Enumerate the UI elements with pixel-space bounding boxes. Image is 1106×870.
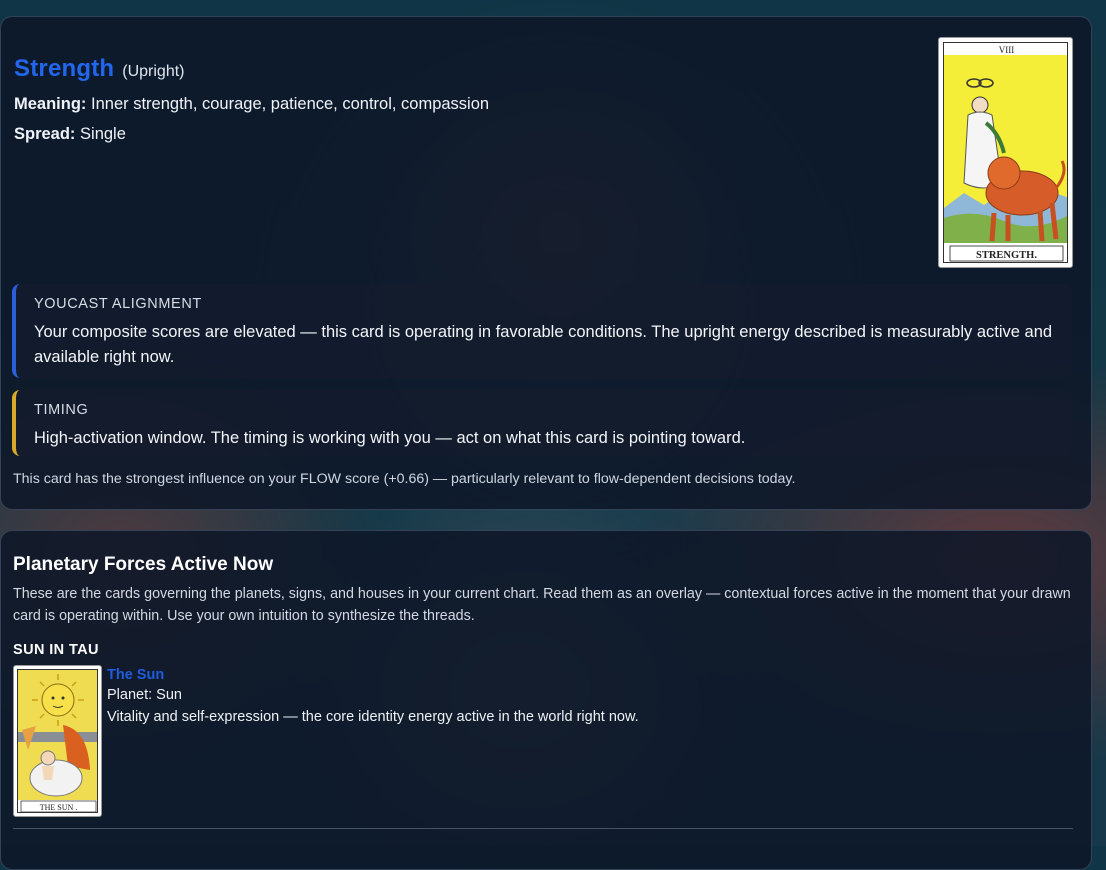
sun-illustration: THE SUN . [18, 670, 97, 812]
meaning-row: Meaning: Inner strength, courage, patien… [14, 95, 489, 114]
sun-card-image: THE SUN . [13, 665, 102, 817]
card-orientation: (Upright) [122, 63, 185, 80]
card-title: Strength [14, 55, 115, 82]
strength-numeral: VIII [999, 45, 1015, 55]
force-card-name-link[interactable]: The Sun [107, 667, 164, 683]
planetary-forces-title: Planetary Forces Active Now [13, 554, 274, 575]
strength-illustration: VIII STRENGTH. [944, 43, 1067, 262]
planetary-forces-description: These are the cards governing the planet… [13, 586, 1071, 624]
timing-text: High-activation window. The timing is wo… [34, 429, 746, 447]
force-description: Vitality and self-expression — the core … [107, 709, 639, 725]
spread-label: Spread: [14, 125, 76, 143]
force-planet: Planet: Sun [107, 687, 182, 703]
card-heading: Strength (Upright) [14, 55, 185, 83]
timing-callout: TIMING High-activation window. The timin… [12, 390, 1072, 456]
spread-row: Spread: Single [14, 125, 126, 144]
spread-value: Single [80, 125, 126, 143]
section-divider [13, 828, 1073, 829]
sun-caption: THE SUN . [40, 803, 78, 812]
strength-caption: STRENGTH. [976, 250, 1037, 261]
timing-label: TIMING [34, 402, 89, 418]
alignment-text: Your composite scores are elevated — thi… [34, 323, 1053, 366]
youcast-alignment-callout: YOUCAST ALIGNMENT Your composite scores … [12, 284, 1072, 378]
meaning-label: Meaning: [14, 95, 87, 113]
strength-card-image: VIII STRENGTH. [938, 37, 1073, 268]
force-heading: SUN IN TAU [13, 642, 99, 658]
meaning-value: Inner strength, courage, patience, contr… [91, 95, 490, 113]
alignment-label: YOUCAST ALIGNMENT [34, 296, 202, 312]
flow-influence-note: This card has the strongest influence on… [13, 471, 796, 487]
